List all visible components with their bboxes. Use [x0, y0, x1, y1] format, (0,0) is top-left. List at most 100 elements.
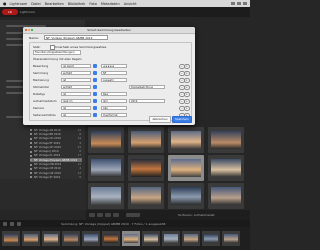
- rule-field: Kamera: [33, 106, 44, 110]
- compare-view-button[interactable]: [105, 213, 111, 217]
- photo-thumbnail[interactable]: [88, 155, 124, 181]
- rule-value-select[interactable]: Jahr: [101, 98, 127, 103]
- save-button[interactable]: Speichern: [172, 116, 192, 123]
- filmstrip-thumbnail[interactable]: [62, 231, 80, 246]
- filmstrip-thumbnail[interactable]: [162, 231, 180, 246]
- photo-thumbnail[interactable]: [168, 183, 204, 209]
- photo-thumbnail[interactable]: [168, 127, 204, 153]
- filmstrip-thumbnail[interactable]: [182, 231, 200, 246]
- rule-operator-select[interactable]: ist: [61, 105, 91, 110]
- rule-value-select[interactable]: Querformat: [101, 112, 127, 117]
- rule-operator-select[interactable]: ist gleich: [61, 63, 91, 68]
- name-field[interactable]: NF: Vorlage (Doppel) AB/BB 2019: [44, 35, 108, 40]
- app-name: Lightroom: [20, 10, 36, 14]
- filmstrip-thumbnail[interactable]: [22, 231, 40, 246]
- select-arrow-icon: [93, 84, 97, 89]
- select-arrow-icon: [93, 77, 97, 82]
- menu-bar: ● Lightroom Datei Bearbeiten Bibliothek …: [0, 0, 250, 7]
- menu-bearbeiten[interactable]: Bearbeiten: [45, 2, 64, 6]
- photo-thumbnail[interactable]: [128, 155, 164, 181]
- add-rule-button[interactable]: +: [184, 105, 190, 111]
- rule-operator-select[interactable]: ist: [61, 112, 91, 117]
- rule-text-field[interactable]: Doppelbelichtung: [129, 84, 165, 89]
- menu-lightroom[interactable]: Lightroom: [10, 2, 28, 6]
- menu-bibliothek[interactable]: Bibliothek: [68, 2, 85, 6]
- rule-field: Dateityp: [33, 92, 45, 96]
- rule-field: Markierung: [33, 78, 49, 82]
- monitor-2-icon[interactable]: [10, 221, 14, 226]
- add-rule-button[interactable]: +: [184, 63, 190, 69]
- filmstrip: [0, 227, 250, 250]
- apple-menu-icon[interactable]: ●: [3, 1, 7, 6]
- monitor-1-icon[interactable]: [3, 221, 7, 226]
- rule-value-select[interactable]: Raw: [101, 91, 127, 96]
- select-arrow-icon: [93, 98, 97, 103]
- rule-value-select[interactable]: NF: [101, 70, 127, 75]
- add-rule-button[interactable]: +: [184, 84, 190, 90]
- rule-row: Stichwörter enthält Doppelbelichtung − +: [33, 84, 190, 90]
- grid-icon[interactable]: [17, 221, 21, 226]
- photo-thumbnail[interactable]: [208, 183, 244, 209]
- filmstrip-thumbnail[interactable]: [142, 231, 160, 246]
- select-arrow-icon: [93, 70, 97, 75]
- edit-smart-collection-dialog: Smart-Sammlung bearbeiten Name: NF: Vorl…: [23, 27, 195, 125]
- filmstrip-thumbnail[interactable]: [222, 231, 240, 246]
- select-arrow-icon: [93, 91, 97, 96]
- add-rule-button[interactable]: +: [184, 98, 190, 104]
- grid-view-button[interactable]: [89, 213, 95, 217]
- menu-metadaten[interactable]: Metadaten: [101, 2, 120, 6]
- lightroom-header: [0, 7, 250, 17]
- photo-thumbnail-selected[interactable]: [168, 155, 204, 181]
- filmstrip-thumbnail[interactable]: [82, 231, 100, 246]
- rule-row: Aufnahmedatum liegt im Jahr 2019 − +: [33, 98, 190, 104]
- rule-value-select[interactable]: Auswahl: [101, 77, 127, 82]
- photo-thumbnail[interactable]: [128, 183, 164, 209]
- rule-operator-select[interactable]: ist: [61, 91, 91, 96]
- select-arrow-icon: [93, 63, 97, 68]
- loupe-view-button[interactable]: [97, 213, 103, 217]
- minimize-button[interactable]: [28, 29, 30, 31]
- filmstrip-thumbnail[interactable]: [42, 231, 60, 246]
- rule-field: Bewertung: [33, 64, 49, 68]
- photo-thumbnail[interactable]: [128, 127, 164, 153]
- rule-operator-select[interactable]: ist: [61, 77, 91, 82]
- rule-text-field[interactable]: 2019: [129, 98, 165, 103]
- filmstrip-thumbnail[interactable]: [2, 231, 20, 246]
- menu-ansicht[interactable]: Ansicht: [124, 2, 137, 6]
- sort-dropdown[interactable]: Sortieren: Aufnahmezeit: [178, 213, 215, 217]
- add-rule-button[interactable]: +: [184, 77, 190, 83]
- filmstrip-thumbnail[interactable]: [202, 231, 220, 246]
- photo-thumbnail[interactable]: [208, 155, 244, 181]
- menu-datei[interactable]: Datei: [31, 2, 40, 6]
- set-select[interactable]: Favoriten (Doppelbelichtungen): [33, 50, 81, 55]
- photo-grid: [86, 125, 250, 210]
- select-arrow-icon: [93, 105, 97, 110]
- rule-row: Markierung ist Auswahl − +: [33, 77, 190, 83]
- add-rule-button[interactable]: +: [184, 70, 190, 76]
- zoom-button[interactable]: [31, 29, 33, 31]
- painter-tool[interactable]: [126, 213, 140, 217]
- select-arrow-icon: [93, 112, 97, 117]
- photo-thumbnail[interactable]: [208, 127, 244, 153]
- set-label: Satz:: [33, 45, 41, 49]
- survey-view-button[interactable]: [113, 213, 119, 217]
- filmstrip-thumbnail[interactable]: [102, 231, 120, 246]
- add-rule-button[interactable]: +: [184, 91, 190, 97]
- left-panel-bottom: [0, 179, 86, 210]
- rule-value-select[interactable]: ★★★★★: [101, 63, 127, 68]
- rule-field: Stichwörter: [33, 85, 50, 89]
- rule-operator-select[interactable]: enthält: [61, 70, 91, 75]
- match-row: Übereinstimmung mit allen Regeln: [33, 56, 189, 62]
- window-controls: [25, 29, 33, 31]
- photo-thumbnail[interactable]: [88, 183, 124, 209]
- photo-thumbnail[interactable]: [88, 127, 124, 153]
- filmstrip-thumbnail-selected[interactable]: [122, 231, 140, 246]
- close-button[interactable]: [25, 29, 27, 31]
- rule-operator-select[interactable]: enthält: [61, 84, 91, 89]
- rule-value-select[interactable]: Alle: [101, 105, 127, 110]
- filmstrip-bar: Sammlung: NF: Vorlage (Doppel) AB/BB 201…: [0, 220, 250, 227]
- menu-foto[interactable]: Foto: [89, 2, 97, 6]
- rule-operator-select[interactable]: liegt im: [61, 98, 91, 103]
- cancel-button[interactable]: Abbrechen: [149, 116, 171, 123]
- match-label: Übereinstimmung mit allen Regeln: [33, 57, 82, 61]
